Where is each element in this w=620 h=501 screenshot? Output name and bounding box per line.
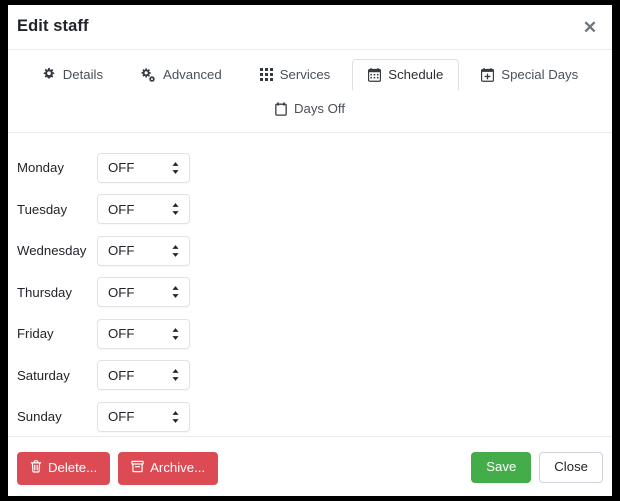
schedule-select-monday[interactable]: OFF [97, 152, 190, 183]
select-value: OFF [108, 284, 135, 300]
modal-header: Edit staff ✕ [8, 5, 612, 50]
close-icon[interactable]: ✕ [578, 16, 602, 40]
select-value: OFF [108, 367, 135, 383]
day-label: Monday [17, 160, 64, 176]
archive-button[interactable]: Archive... [118, 452, 219, 485]
archive-button-label: Archive... [150, 460, 206, 475]
day-row-monday: Monday OFF [17, 147, 603, 189]
schedule-select-saturday[interactable]: OFF [97, 360, 190, 391]
tab-label: Schedule [388, 67, 444, 82]
tab-services[interactable]: Services [244, 59, 347, 91]
delete-button-label: Delete... [48, 460, 98, 475]
day-label: Saturday [17, 367, 70, 383]
day-label: Friday [17, 326, 54, 342]
calendar-icon [368, 67, 382, 82]
day-row-thursday: Thursday OFF [17, 272, 603, 314]
day-label: Wednesday [17, 243, 87, 259]
chevron-updown-icon [171, 161, 180, 174]
day-row-saturday: Saturday OFF [17, 355, 603, 397]
chevron-updown-icon [171, 369, 180, 382]
tab-row-secondary: Days Off [8, 93, 612, 125]
chevron-updown-icon [171, 327, 180, 340]
schedule-select-tuesday[interactable]: OFF [97, 194, 190, 225]
tab-label: Advanced [163, 67, 222, 82]
delete-button[interactable]: Delete... [17, 452, 111, 485]
tab-label: Days Off [293, 101, 346, 116]
trash-icon [30, 460, 42, 477]
chevron-updown-icon [171, 286, 180, 299]
calendar-blank-icon [275, 101, 287, 116]
schedule-select-sunday[interactable]: OFF [97, 401, 190, 432]
page-title: Edit staff [17, 17, 89, 35]
tab-row-primary: Details Advanced Services Schedule Speci… [8, 59, 612, 91]
tab-bar: Details Advanced Services Schedule Speci… [8, 50, 612, 133]
day-label: Tuesday [17, 201, 68, 217]
select-value: OFF [108, 201, 135, 217]
gear-icon [42, 67, 56, 82]
chevron-updown-icon [171, 410, 180, 423]
day-row-sunday: Sunday OFF [17, 396, 603, 438]
select-value: OFF [108, 409, 135, 425]
tab-days-off[interactable]: Days Off [259, 93, 361, 125]
day-row-tuesday: Tuesday OFF [17, 189, 603, 231]
modal-footer: Delete... Archive... Save Close [8, 436, 612, 496]
tab-label: Details [62, 67, 104, 82]
schedule-select-wednesday[interactable]: OFF [97, 235, 190, 266]
calendar-plus-icon [481, 67, 495, 82]
tab-schedule[interactable]: Schedule [352, 59, 460, 91]
archive-icon [131, 460, 144, 477]
select-value: OFF [108, 326, 135, 342]
chevron-updown-icon [171, 203, 180, 216]
tab-label: Services [279, 67, 331, 82]
footer-right-actions: Save Close [471, 452, 603, 483]
tab-special-days[interactable]: Special Days [465, 59, 594, 91]
select-value: OFF [108, 243, 135, 259]
gears-icon [141, 67, 156, 82]
schedule-select-friday[interactable]: OFF [97, 318, 190, 349]
select-value: OFF [108, 160, 135, 176]
schedule-select-thursday[interactable]: OFF [97, 277, 190, 308]
day-row-friday: Friday OFF [17, 313, 603, 355]
close-button-footer[interactable]: Close [539, 452, 603, 483]
save-button[interactable]: Save [471, 452, 532, 483]
schedule-panel: Monday OFF Tuesday OFF Wednesday OFF Thu… [8, 133, 612, 436]
tab-details[interactable]: Details [26, 59, 119, 91]
grid-icon [259, 68, 273, 81]
tab-label: Special Days [501, 67, 579, 82]
footer-left-actions: Delete... Archive... [17, 452, 219, 485]
day-label: Sunday [17, 409, 62, 425]
chevron-updown-icon [171, 244, 180, 257]
day-row-wednesday: Wednesday OFF [17, 230, 603, 272]
tab-advanced[interactable]: Advanced [125, 59, 238, 91]
day-label: Thursday [17, 284, 72, 300]
edit-staff-modal: Edit staff ✕ Details Advanced Services S… [8, 5, 612, 496]
